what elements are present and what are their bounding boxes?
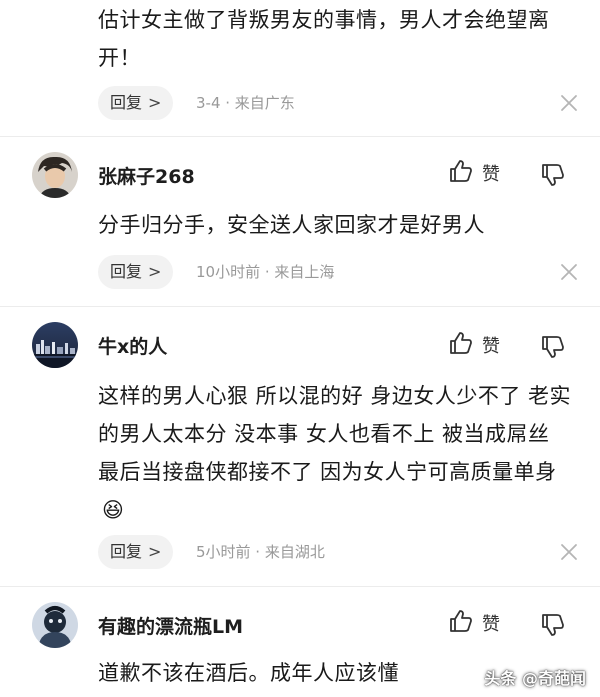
avatar[interactable] bbox=[32, 602, 78, 648]
thumbs-up-icon bbox=[450, 332, 472, 354]
thumbs-up-icon bbox=[450, 610, 472, 632]
reply-label: 回复 bbox=[110, 93, 143, 112]
chevron-right-icon: > bbox=[148, 542, 162, 561]
chevron-right-icon: > bbox=[148, 93, 162, 112]
like-label: 赞 bbox=[482, 336, 500, 357]
avatar[interactable] bbox=[32, 152, 78, 198]
reply-label: 回复 bbox=[110, 262, 143, 281]
username[interactable]: 张麻子268 bbox=[98, 162, 195, 189]
avatar[interactable] bbox=[32, 322, 78, 368]
thumbs-down-icon bbox=[542, 336, 564, 358]
comment-text: 这样的男人心狠 所以混的好 身边女人少不了 老实的男人太本分 没本事 女人也看不… bbox=[98, 377, 578, 529]
close-icon[interactable] bbox=[560, 543, 578, 561]
comment-text: 估计女主做了背叛男友的事情，男人才会绝望离开！ bbox=[98, 8, 550, 70]
comment-time-location: 3-4 · 来自广东 bbox=[196, 94, 295, 112]
dislike-button[interactable] bbox=[540, 334, 570, 364]
thumbs-up-icon bbox=[450, 160, 472, 182]
comment-meta-row: 回复 > 3-4 · 来自广东 bbox=[98, 86, 578, 122]
divider bbox=[0, 136, 600, 137]
reply-label: 回复 bbox=[110, 542, 143, 561]
divider bbox=[0, 306, 600, 307]
username[interactable]: 牛x的人 bbox=[98, 332, 167, 359]
thumbs-down-icon bbox=[542, 164, 564, 186]
like-button[interactable]: 赞 bbox=[448, 608, 518, 638]
divider bbox=[0, 586, 600, 587]
like-button[interactable]: 赞 bbox=[448, 330, 518, 360]
reply-button[interactable]: 回复 > bbox=[98, 86, 174, 120]
close-icon[interactable] bbox=[560, 263, 578, 281]
dislike-button[interactable] bbox=[540, 162, 570, 192]
comment-time-location: 10小时前 · 来自上海 bbox=[196, 263, 335, 281]
comment-time-location: 5小时前 · 来自湖北 bbox=[196, 543, 325, 561]
comment-meta-row: 回复 > 10小时前 · 来自上海 bbox=[98, 255, 578, 291]
reply-button[interactable]: 回复 > bbox=[98, 255, 174, 289]
username[interactable]: 有趣的漂流瓶LM bbox=[98, 612, 243, 639]
comment-text: 分手归分手，安全送人家回家才是好男人 bbox=[98, 213, 485, 237]
watermark: 头条 @奇葩闻 bbox=[484, 669, 586, 688]
chevron-right-icon: > bbox=[148, 262, 162, 281]
thumbs-down-icon bbox=[542, 614, 564, 636]
dislike-button[interactable] bbox=[540, 612, 570, 642]
comment-text-content: 这样的男人心狠 所以混的好 身边女人少不了 老实的男人太本分 没本事 女人也看不… bbox=[98, 384, 572, 484]
reply-button[interactable]: 回复 > bbox=[98, 535, 174, 569]
laughing-emoji-icon: 😆 bbox=[102, 498, 125, 522]
close-icon[interactable] bbox=[560, 94, 578, 112]
like-button[interactable]: 赞 bbox=[448, 158, 518, 188]
like-label: 赞 bbox=[482, 614, 500, 635]
like-label: 赞 bbox=[482, 164, 500, 185]
comment-meta-row: 回复 > 5小时前 · 来自湖北 bbox=[98, 535, 578, 571]
